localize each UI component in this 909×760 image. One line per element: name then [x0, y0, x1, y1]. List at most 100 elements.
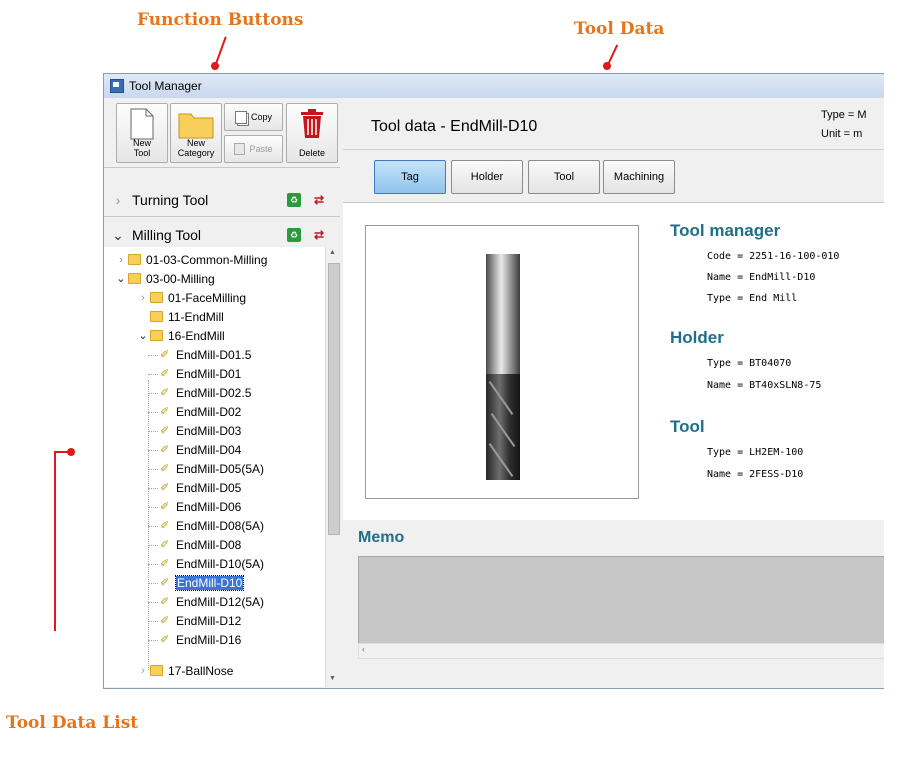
holder-name: Name = BT40xSLN8-75: [707, 380, 822, 391]
app-icon: [110, 79, 124, 93]
tree-folder[interactable]: › 01-FaceMilling: [136, 288, 246, 307]
memo-scrollbar[interactable]: ‹: [358, 643, 884, 659]
chevron-right-icon: ›: [119, 253, 123, 266]
tree-item[interactable]: ✐ EndMill-D01: [160, 364, 241, 383]
tree-item-selected[interactable]: ✐ EndMill-D10: [160, 573, 245, 592]
tree-guide: [148, 431, 158, 432]
tree-item[interactable]: ✐ EndMill-D02.5: [160, 383, 251, 402]
tree-item[interactable]: ✐ EndMill-D01.5: [160, 345, 251, 364]
tool-code: Code = 2251-16-100-010: [707, 251, 840, 262]
tree-item[interactable]: ✐ EndMill-D02: [160, 402, 241, 421]
memo-field[interactable]: [358, 556, 884, 644]
endmill-shank: [486, 254, 520, 374]
pen-icon: ✐: [160, 577, 170, 589]
tab-tool[interactable]: Tool: [528, 160, 600, 194]
tree-guide: [148, 450, 158, 451]
tree-item[interactable]: ✐ EndMill-D04: [160, 440, 241, 459]
chevron-down-icon: ⌄: [112, 226, 124, 243]
folder-icon: [150, 311, 163, 322]
tree-label: EndMill-D10(5A): [176, 556, 265, 571]
tree-item[interactable]: ✐ EndMill-D08: [160, 535, 241, 554]
tree-folder[interactable]: 11-EndMill: [136, 307, 224, 326]
cutter-name: Name = 2FESS-D10: [707, 469, 804, 480]
delete-button[interactable]: Delete: [286, 103, 338, 163]
tab-holder[interactable]: Holder: [451, 160, 523, 194]
category-turning-tool[interactable]: › Turning Tool ♻ ⇄: [104, 184, 340, 217]
scroll-up-icon[interactable]: ▲: [329, 249, 336, 256]
pen-icon: ✐: [160, 425, 170, 437]
tree-item[interactable]: ✐ EndMill-D05(5A): [160, 459, 264, 478]
tree-guide: [148, 374, 158, 375]
tree-item[interactable]: ✐ EndMill-D12: [160, 611, 241, 630]
tree-guide: [148, 583, 158, 584]
folder-icon: [128, 273, 141, 284]
tree-item[interactable]: ✐ EndMill-D08(5A): [160, 516, 264, 535]
tool-data-panel: Tool data - EndMill-D10 Type = M Unit = …: [343, 99, 884, 688]
paste-button[interactable]: Paste: [224, 135, 283, 163]
new-category-button[interactable]: New Category: [170, 103, 222, 163]
tree-label: 11-EndMill: [168, 309, 224, 324]
new-tool-button[interactable]: New Tool: [116, 103, 168, 163]
scroll-down-icon[interactable]: ▼: [329, 675, 336, 682]
tab-tag[interactable]: Tag: [374, 160, 446, 194]
flute-edge: [488, 443, 514, 477]
tree-folder[interactable]: › 01-03-Common-Milling: [114, 250, 267, 269]
tree-item[interactable]: ✐ EndMill-D16: [160, 630, 241, 649]
title-bar: Tool Manager: [104, 74, 884, 98]
swap-icon[interactable]: ⇄: [312, 193, 326, 207]
tool-type: Type = End Mill: [707, 293, 798, 304]
tree-item[interactable]: ✐ EndMill-D03: [160, 421, 241, 440]
function-buttons-marker: [211, 62, 219, 70]
chevron-down-icon: ⌄: [116, 273, 126, 285]
tool-data-marker: [603, 62, 611, 70]
pen-icon: ✐: [160, 444, 170, 456]
recycle-icon[interactable]: ♻: [287, 193, 301, 207]
pen-icon: ✐: [160, 482, 170, 494]
tab-machining[interactable]: Machining: [603, 160, 675, 194]
tree-item[interactable]: ✐ EndMill-D05: [160, 478, 241, 497]
tree-item[interactable]: ✐ EndMill-D06: [160, 497, 241, 516]
tree-folder[interactable]: ⌄ 03-00-Milling: [114, 269, 215, 288]
tree-guide: [148, 507, 158, 508]
pen-icon: ✐: [160, 539, 170, 551]
tool-data-header: Tool data - EndMill-D10 Type = M Unit = …: [343, 99, 884, 150]
tool-data-list-pointer-h: [54, 451, 70, 453]
chevron-right-icon: ›: [141, 291, 145, 304]
tree-label: 17-BallNose: [168, 663, 234, 678]
tree-folder[interactable]: › 17-BallNose: [136, 661, 233, 680]
function-toolbar: New Tool New Category Copy Paste Delete: [104, 99, 340, 168]
page-title: Tool data - EndMill-D10: [371, 118, 538, 135]
scroll-left-icon[interactable]: ‹: [362, 644, 365, 654]
tree-folder[interactable]: ⌄ 16-EndMill: [136, 326, 224, 345]
unit-meta: Unit = m: [821, 128, 863, 140]
tool-name: Name = EndMill-D10: [707, 272, 816, 283]
pen-icon: ✐: [160, 501, 170, 513]
tree-item[interactable]: ✐ EndMill-D12(5A): [160, 592, 264, 611]
flute-edge: [490, 413, 516, 447]
tree-label: EndMill-D01: [176, 366, 242, 381]
tab-bar: Tag Holder Tool Machining: [343, 150, 884, 202]
left-panel: New Tool New Category Copy Paste Delete …: [104, 99, 341, 688]
tree-scrollbar[interactable]: ▲ ▼: [325, 247, 341, 687]
paste-icon: [234, 143, 246, 155]
tree-item[interactable]: ✐ EndMill-D10(5A): [160, 554, 264, 573]
trash-icon: [301, 109, 323, 138]
scroll-thumb[interactable]: [328, 263, 340, 535]
tree-label: EndMill-D01.5: [176, 347, 252, 362]
tree-label: EndMill-D05(5A): [176, 461, 265, 476]
pen-icon: ✐: [160, 406, 170, 418]
tree-guide: [148, 469, 158, 470]
pen-icon: ✐: [160, 558, 170, 570]
tree-label: 03-00-Milling: [146, 271, 215, 286]
function-buttons-pointer: [215, 36, 227, 64]
tree-guide: [148, 602, 158, 603]
copy-button[interactable]: Copy: [224, 103, 283, 131]
tree-label: EndMill-D12: [176, 613, 242, 628]
tree-label: EndMill-D02.5: [176, 385, 252, 400]
type-meta: Type = M: [821, 109, 867, 121]
swap-icon[interactable]: ⇄: [312, 228, 326, 242]
chevron-down-icon: ⌄: [138, 330, 148, 342]
pen-icon: ✐: [160, 520, 170, 532]
category-label: Turning Tool: [132, 192, 209, 208]
recycle-icon[interactable]: ♻: [287, 228, 301, 242]
